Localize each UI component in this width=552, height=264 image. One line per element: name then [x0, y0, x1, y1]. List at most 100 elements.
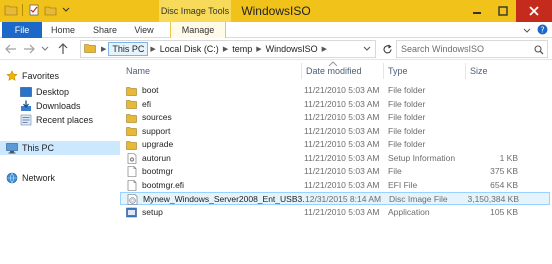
desktop-icon	[20, 86, 32, 98]
maximize-button[interactable]	[490, 0, 516, 22]
file-row[interactable]: boot 11/21/2010 5:03 AM File folder	[120, 84, 550, 97]
file-name: boot	[142, 85, 159, 95]
recent-locations-button[interactable]	[38, 42, 52, 56]
file-type: File folder	[388, 125, 426, 136]
file-date: 11/21/2010 5:03 AM	[304, 98, 380, 109]
column-header-size[interactable]: Size	[466, 63, 526, 79]
file-date: 11/21/2010 5:03 AM	[304, 139, 380, 149]
breadcrumb-local-disk[interactable]: Local Disk (C:)	[158, 44, 221, 54]
file-size: 1 KB	[499, 152, 518, 163]
properties-icon[interactable]	[27, 3, 41, 17]
tab-share[interactable]: Share	[88, 22, 122, 38]
ribbon-right-controls: ?	[523, 24, 548, 37]
file-date: 12/31/2015 8:14 AM	[305, 194, 382, 204]
column-header-name[interactable]: Name	[122, 63, 302, 79]
file-row[interactable]: setup 11/21/2010 5:03 AM Application 105 KB	[120, 206, 550, 219]
file-row[interactable]: support 11/21/2010 5:03 AM File folder	[120, 125, 550, 138]
folder-icon	[126, 99, 137, 110]
nav-label: Favorites	[22, 71, 60, 81]
computer-icon	[6, 142, 18, 154]
setup-info-icon	[126, 152, 137, 164]
nav-desktop[interactable]: Desktop	[20, 85, 120, 99]
chevron-down-icon	[41, 46, 49, 51]
file-size	[466, 125, 518, 138]
chevron-down-icon[interactable]	[59, 3, 73, 17]
file-type: File folder	[388, 139, 426, 149]
breadcrumb-separator-icon[interactable]: ▶	[148, 45, 157, 53]
breadcrumb-this-pc[interactable]: This PC	[108, 42, 149, 56]
new-folder-icon[interactable]	[43, 3, 57, 17]
file-size: 654 KB	[490, 179, 518, 190]
file-name: bootmgr.efi	[142, 179, 185, 190]
tab-manage[interactable]: Manage	[170, 22, 226, 38]
search-icon[interactable]	[534, 45, 544, 57]
folder-icon	[81, 43, 99, 55]
file-name: sources	[142, 112, 172, 122]
breadcrumb-separator-icon[interactable]: ▶	[320, 45, 329, 53]
file-row[interactable]: bootmgr 11/21/2010 5:03 AM File 375 KB	[120, 165, 550, 178]
file-name: efi	[142, 98, 151, 109]
file-date: 11/21/2010 5:03 AM	[304, 112, 380, 122]
nav-network[interactable]: Network	[6, 171, 120, 185]
chevron-down-icon[interactable]	[523, 26, 531, 36]
file-size	[466, 98, 518, 111]
nav-this-pc[interactable]: This PC	[0, 141, 120, 155]
contextual-tab-group: Disc Image Tools	[159, 0, 231, 22]
file-name-cell: sources	[126, 111, 304, 124]
file-type: Disc Image File	[389, 194, 448, 204]
file-type: File folder	[388, 112, 426, 122]
up-button[interactable]	[56, 42, 70, 56]
file-row[interactable]: bootmgr.efi 11/21/2010 5:03 AM EFI File 654…	[120, 179, 550, 192]
refresh-button[interactable]	[381, 42, 393, 56]
file-row[interactable]: efi 11/21/2010 5:03 AM File folder	[120, 98, 550, 111]
nav-recent-places[interactable]: Recent places	[20, 113, 120, 127]
column-header-date[interactable]: Date modified	[302, 63, 384, 79]
breadcrumb-separator-icon[interactable]: ▶	[221, 45, 230, 53]
breadcrumb-separator-icon[interactable]: ▶	[254, 45, 263, 53]
back-button[interactable]	[4, 42, 18, 56]
file-type: File	[388, 166, 402, 176]
nav-favorites[interactable]: Favorites	[6, 69, 120, 83]
star-icon	[6, 70, 18, 82]
chevron-down-icon[interactable]	[363, 44, 371, 54]
nav-downloads[interactable]: Downloads	[20, 99, 120, 113]
file-row[interactable]: Mynew_Windows_Server2008_Ent_USB3.0 12/31…	[120, 192, 550, 205]
address-row: ▶ This PC ▶ Local Disk (C:) ▶ temp ▶ Win…	[0, 38, 552, 60]
column-header-type[interactable]: Type	[384, 63, 466, 79]
folder-app-icon[interactable]	[4, 3, 18, 17]
file-name-cell: efi	[126, 98, 304, 111]
file-row[interactable]: autorun 11/21/2010 5:03 AM Setup Informati…	[120, 152, 550, 165]
file-type: Application	[388, 206, 430, 217]
tab-file[interactable]: File	[2, 22, 42, 38]
folder-icon	[126, 139, 137, 150]
breadcrumb-temp[interactable]: temp	[230, 44, 254, 54]
file-name: setup	[142, 206, 163, 217]
help-icon[interactable]: ?	[537, 24, 548, 37]
file-name: autorun	[142, 152, 171, 163]
folder-icon	[126, 112, 137, 123]
forward-button[interactable]	[22, 42, 36, 56]
tab-view[interactable]: View	[130, 22, 158, 38]
file-size: 105 KB	[490, 206, 518, 217]
file-row[interactable]: sources 11/21/2010 5:03 AM File folder	[120, 111, 550, 124]
minimize-button[interactable]	[464, 0, 490, 22]
file-date: 11/21/2010 5:03 AM	[304, 166, 380, 176]
file-date: 11/21/2010 5:03 AM	[304, 152, 380, 163]
tab-home[interactable]: Home	[48, 22, 78, 38]
file-list: Name Date modified Type Size boot 11/21/2…	[120, 61, 552, 264]
file-icon	[126, 166, 137, 177]
file-date: 11/21/2010 5:03 AM	[304, 125, 380, 136]
nav-label: Downloads	[36, 101, 81, 111]
close-button[interactable]	[516, 0, 552, 22]
navigation-pane: Favorites Desktop Downloads Recent place…	[0, 61, 120, 264]
breadcrumb-windowsiso[interactable]: WindowsISO	[264, 44, 320, 54]
file-name-cell: Mynew_Windows_Server2008_Ent_USB3.0	[127, 193, 305, 206]
recent-places-icon	[20, 114, 32, 126]
folder-icon	[126, 126, 137, 137]
file-row[interactable]: upgrade 11/21/2010 5:03 AM File folder	[120, 138, 550, 151]
ribbon-tabs: File Home Share View Manage ?	[0, 22, 552, 38]
breadcrumb-separator-icon[interactable]: ▶	[99, 45, 108, 53]
search-input[interactable]: Search WindowsISO	[396, 40, 548, 58]
address-bar[interactable]: ▶ This PC ▶ Local Disk (C:) ▶ temp ▶ Win…	[80, 40, 376, 58]
forward-arrow-icon	[24, 44, 35, 54]
